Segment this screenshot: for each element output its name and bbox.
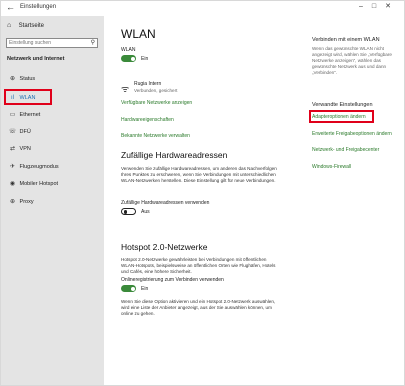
wlan-toggle-state: Ein (141, 56, 149, 62)
link-available-networks[interactable]: Verfügbare Netzwerke anzeigen (121, 100, 192, 106)
link-windows-firewall[interactable]: Windows-Firewall (312, 164, 351, 170)
online-registration-label: Onlineregistrierung zum Verbinden verwen… (121, 277, 224, 283)
link-advanced-sharing[interactable]: Erweiterte Freigabeoptionen ändern (312, 131, 392, 137)
sidebar-item-vpn[interactable]: ⇄ VPN (7, 143, 97, 156)
page-title: WLAN (121, 27, 156, 41)
sidebar-item-mobile-hotspot[interactable]: ◉ Mobiler Hotspot (7, 178, 97, 191)
random-hardware-toggle[interactable] (121, 208, 136, 215)
sidebar-item-label: Mobiler Hotspot (19, 181, 59, 187)
home-label: Startseite (18, 23, 45, 29)
sidebar-item-label: Proxy (19, 199, 34, 205)
vpn-icon: ⇄ (9, 146, 16, 152)
sidebar-item-dfu[interactable]: ☏ DFÜ (7, 126, 97, 139)
online-registration-toggle[interactable] (121, 285, 136, 292)
sidebar-item-label: Ethernet (19, 112, 41, 118)
search-input[interactable] (9, 39, 84, 47)
online-registration-toggle-state: Ein (141, 286, 149, 292)
ethernet-icon: ▭ (9, 112, 16, 118)
sidebar-item-proxy[interactable]: ⊕ Proxy (7, 196, 97, 209)
sidebar-section-title: Netzwerk und Internet (7, 56, 65, 62)
back-arrow-icon[interactable]: ← (6, 2, 15, 12)
connect-wifi-text: Wenn das gewünschte WLAN nicht angezeigt… (312, 46, 392, 75)
airplane-icon: ✈ (9, 164, 16, 170)
wlan-label: WLAN (121, 47, 136, 53)
home-icon: ⌂ (7, 22, 12, 29)
adapter-options-highlight-box (309, 110, 374, 123)
sidebar-item-label: VPN (19, 146, 31, 152)
related-settings-heading: Verwandte Einstellungen (312, 102, 373, 108)
window-title: Einstellungen (20, 4, 57, 10)
sidebar-item-airplane-mode[interactable]: ✈ Flugzeugmodus (7, 161, 97, 174)
sidebar-item-label: DFÜ (19, 129, 31, 135)
sidebar-item-label: Status (19, 76, 36, 82)
sidebar-item-status[interactable]: ⊕ Status (7, 73, 97, 86)
wifi-signal-icon: ᯤ (121, 84, 130, 94)
settings-search[interactable]: ⚲ (6, 38, 98, 48)
window-controls[interactable]: –□✕ (359, 2, 400, 10)
link-hardware-properties[interactable]: Hardwareeigenschaften (121, 117, 174, 123)
phone-icon: ☏ (8, 129, 17, 135)
sidebar-home[interactable]: ⌂ Startseite (7, 22, 44, 29)
main-content: WLAN WLAN Ein ᯤ Rugia Intern Verbunden, … (104, 16, 404, 385)
sidebar: ⌂ Startseite ⚲ Netzwerk und Internet ⊕ S… (1, 16, 104, 385)
search-icon[interactable]: ⚲ (91, 39, 95, 46)
hotspot-heading: Hotspot 2.0-Netzwerke (121, 242, 208, 252)
wlan-toggle[interactable] (121, 55, 136, 62)
globe-icon: ⊕ (9, 76, 16, 82)
online-registration-text: Wenn Sie diese Option aktivieren und ein… (121, 299, 276, 316)
network-status: Verbunden, gesichert (134, 88, 178, 93)
settings-window: ← Einstellungen –□✕ ⌂ Startseite ⚲ Netzw… (0, 0, 405, 386)
random-hardware-heading: Zufällige Hardwareadressen (121, 150, 228, 160)
random-hardware-label: Zufällige Hardwareadressen verwenden (121, 200, 210, 206)
link-network-sharing-center[interactable]: Netzwerk- und Freigabecenter (312, 147, 379, 153)
sidebar-item-label: Flugzeugmodus (19, 164, 59, 170)
connect-wifi-heading: Verbinden mit einem WLAN (312, 37, 380, 43)
sidebar-item-ethernet[interactable]: ▭ Ethernet (7, 109, 97, 122)
random-hardware-toggle-state: Aus (141, 209, 150, 215)
title-bar: ← Einstellungen –□✕ (1, 1, 404, 16)
hotspot-text: Hotspot 2.0-Netzwerke gewährleisten bei … (121, 257, 276, 274)
random-hardware-text: Verwenden Sie zufällige Hardwareadressen… (121, 166, 277, 183)
wlan-highlight-box (4, 89, 52, 105)
network-name[interactable]: Rugia Intern (134, 81, 161, 87)
proxy-globe-icon: ⊕ (9, 199, 16, 205)
hotspot-icon: ◉ (9, 181, 16, 187)
link-known-networks[interactable]: Bekannte Netzwerke verwalten (121, 133, 190, 139)
